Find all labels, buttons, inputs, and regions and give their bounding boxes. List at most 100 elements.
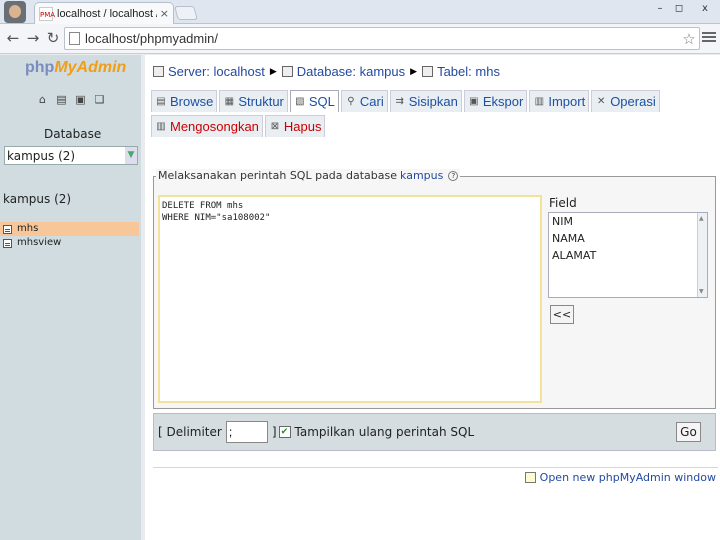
- field-option[interactable]: NAMA: [549, 230, 707, 247]
- logo-myadmin-text: MyAdmin: [54, 59, 127, 76]
- url-input[interactable]: [85, 31, 679, 46]
- sql-legend: Melaksanakan perintah SQL pada database …: [156, 169, 461, 182]
- field-list[interactable]: NIM NAMA ALAMAT ▲ ▼: [548, 212, 708, 298]
- sql-options-bar: [ Delimiter ] ✔ Tampilkan ulang perintah…: [153, 413, 716, 451]
- help-icon[interactable]: ?: [448, 170, 459, 181]
- drop-icon: ⊠: [270, 120, 280, 132]
- forward-arrow-icon[interactable]: →: [24, 29, 42, 47]
- page-icon: [69, 32, 80, 45]
- table-icon[interactable]: [3, 238, 12, 248]
- table-icon[interactable]: [3, 224, 12, 234]
- sql-query-textarea[interactable]: DELETE FROM mhs WHERE NIM="sa108002": [158, 195, 542, 403]
- sql-legend-text: Melaksanakan perintah SQL pada database: [158, 169, 398, 182]
- tab-mengosongkan[interactable]: ▥ Mengosongkan: [151, 115, 263, 137]
- sql-icon: ▧: [295, 95, 305, 107]
- table-item-mhs[interactable]: mhs: [0, 222, 139, 236]
- back-arrow-icon[interactable]: ←: [4, 29, 22, 47]
- browser-toolbar: ← → ↻ ☆: [0, 24, 720, 54]
- logo-php-text: php: [25, 59, 55, 76]
- reload-icon[interactable]: ↻: [44, 29, 62, 47]
- browse-icon: ▤: [156, 95, 166, 107]
- scroll-up-icon[interactable]: ▲: [699, 215, 704, 222]
- sql-query-fieldset: Melaksanakan perintah SQL pada database …: [153, 169, 716, 409]
- breadcrumb-table[interactable]: Tabel: mhs: [437, 64, 500, 79]
- show-query-checkbox[interactable]: ✔: [278, 426, 291, 438]
- close-window-button[interactable]: x: [696, 2, 714, 16]
- field-list-scrollbar[interactable]: ▲ ▼: [697, 213, 707, 297]
- database-label: Database: [44, 127, 102, 141]
- browser-tab-title: localhost / localhost / kampus: [57, 7, 157, 20]
- new-window-text[interactable]: Open new phpMyAdmin window: [540, 471, 716, 484]
- tab-label: Mengosongkan: [170, 119, 259, 134]
- breadcrumb-arrow-icon: ▶: [410, 66, 418, 76]
- phpmyadmin-favicon: PMA: [39, 6, 55, 21]
- database-icon: [281, 66, 293, 77]
- table-icon: [422, 66, 434, 77]
- address-bar: ☆: [64, 27, 700, 50]
- tab-cari[interactable]: ⚲ Cari: [340, 90, 388, 112]
- tab-ekspor[interactable]: ▣ Ekspor: [463, 90, 528, 112]
- breadcrumb-server[interactable]: Server: localhost: [168, 64, 265, 79]
- server-icon: [153, 66, 164, 77]
- breadcrumb-arrow-icon: ▶: [269, 66, 277, 76]
- maximize-window-button[interactable]: ◻: [670, 2, 688, 16]
- docs-icon[interactable]: ▣: [74, 93, 87, 106]
- search-icon: ⚲: [347, 95, 355, 107]
- delimiter-bracket: ]: [271, 425, 277, 439]
- browser-menu-icon[interactable]: [702, 30, 716, 46]
- field-option[interactable]: NIM: [549, 213, 707, 230]
- database-select[interactable]: kampus (2) ▼: [4, 146, 138, 165]
- browser-tab-bar: PMA localhost / localhost / kampus × – ◻…: [0, 0, 720, 24]
- export-icon: ▣: [469, 95, 479, 107]
- tab-label: SQL: [308, 94, 335, 109]
- tab-label: Operasi: [610, 94, 656, 109]
- tab-label: Struktur: [238, 94, 284, 109]
- database-select-value: kampus (2): [7, 148, 76, 163]
- insert-field-button[interactable]: <<: [550, 305, 574, 324]
- tab-operasi[interactable]: ✕ Operasi: [591, 90, 660, 112]
- delimiter-input[interactable]: [225, 421, 268, 443]
- divider: [153, 467, 718, 468]
- field-label: Field: [549, 196, 577, 210]
- database-link[interactable]: kampus: [400, 169, 443, 182]
- navigation-pane: phpMyAdmin ⌂ ▤ ▣ ❑ Database kampus (2) ▼…: [0, 55, 141, 540]
- breadcrumb-database[interactable]: Database: kampus: [297, 64, 405, 79]
- delimiter-label: [ Delimiter: [158, 425, 222, 439]
- tab-hapus[interactable]: ⊠ Hapus: [264, 115, 326, 137]
- tab-label: Import: [548, 94, 586, 109]
- user-avatar[interactable]: [4, 1, 26, 23]
- browser-tab[interactable]: PMA localhost / localhost / kampus ×: [34, 2, 174, 24]
- scroll-down-icon[interactable]: ▼: [699, 288, 704, 295]
- main-content: Server: localhost ▶ Database: kampus ▶ T…: [145, 55, 720, 540]
- minimize-window-button[interactable]: –: [651, 2, 669, 16]
- close-tab-icon[interactable]: ×: [160, 7, 169, 20]
- table-tabs-danger: ▥ Mengosongkan ⊠ Hapus: [151, 115, 326, 137]
- chevron-down-icon[interactable]: ▼: [125, 147, 137, 164]
- table-item-mhsview[interactable]: mhsview: [0, 236, 139, 250]
- phpmyadmin-logo[interactable]: phpMyAdmin: [25, 59, 126, 77]
- new-tab-button[interactable]: [174, 6, 198, 20]
- tab-label: Ekspor: [482, 94, 524, 109]
- home-icon[interactable]: ⌂: [36, 93, 49, 106]
- go-button[interactable]: Go: [676, 422, 701, 442]
- insert-icon: ⇉: [395, 95, 404, 107]
- tab-label: Cari: [359, 94, 384, 109]
- new-window-link[interactable]: Open new phpMyAdmin window: [524, 471, 716, 484]
- tab-sisipkan[interactable]: ⇉ Sisipkan: [389, 90, 462, 112]
- table-name[interactable]: mhs: [17, 222, 38, 236]
- import-icon: ▥: [534, 95, 545, 107]
- show-query-label[interactable]: Tampilkan ulang perintah SQL: [295, 425, 475, 439]
- tab-sql[interactable]: ▧ SQL: [289, 90, 339, 112]
- quick-icons: ⌂ ▤ ▣ ❑: [36, 93, 106, 106]
- table-name[interactable]: mhsview: [17, 236, 61, 250]
- field-option[interactable]: ALAMAT: [549, 247, 707, 264]
- tab-browse[interactable]: ▤ Browse: [151, 90, 218, 112]
- database-heading[interactable]: kampus (2): [3, 192, 71, 206]
- help-icon[interactable]: ❑: [93, 93, 106, 106]
- tab-import[interactable]: ▥ Import: [529, 90, 590, 112]
- bookmark-star-icon[interactable]: ☆: [679, 30, 699, 48]
- sql-query-icon[interactable]: ▤: [55, 93, 68, 106]
- tab-struktur[interactable]: ▦ Struktur: [219, 90, 288, 112]
- tab-label: Browse: [170, 94, 214, 109]
- structure-icon: ▦: [224, 95, 235, 107]
